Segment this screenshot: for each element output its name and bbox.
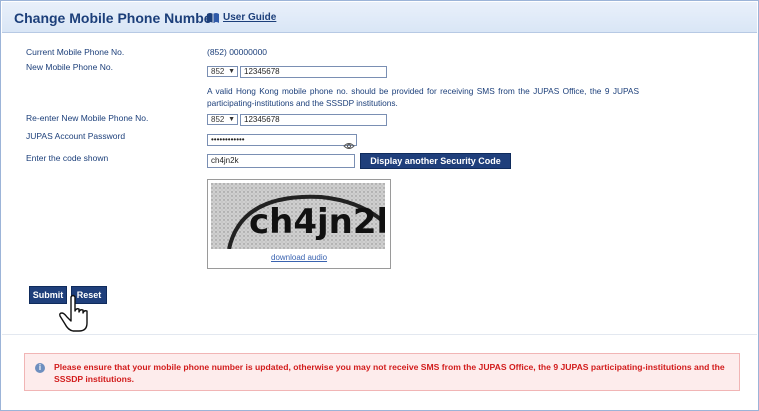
page-frame: Change Mobile Phone Number User Guide Cu… <box>0 0 759 411</box>
chevron-down-icon: ▼ <box>228 68 235 75</box>
new-country-code-value: 852 <box>211 67 225 76</box>
new-country-code-select[interactable]: 852 ▼ <box>207 66 238 77</box>
hand-cursor-icon <box>59 294 88 332</box>
captcha-box: ch4jn2k download audio <box>207 179 391 269</box>
info-icon: i <box>35 363 45 373</box>
new-phone-input[interactable]: 12345678 <box>240 66 387 78</box>
reenter-country-code-select[interactable]: 852 ▼ <box>207 114 238 125</box>
reenter-country-code-value: 852 <box>211 115 225 124</box>
page-header: Change Mobile Phone Number User Guide <box>2 2 757 33</box>
show-password-eye-icon[interactable] <box>343 137 355 155</box>
security-code-input[interactable]: ch4jn2k <box>207 154 355 168</box>
divider <box>2 334 757 335</box>
another-code-button[interactable]: Display another Security Code <box>360 153 511 169</box>
reenter-phone-value: 12345678 <box>244 115 280 124</box>
warning-banner: i Please ensure that your mobile phone n… <box>24 353 740 391</box>
new-phone-value: 12345678 <box>244 67 280 76</box>
book-icon[interactable] <box>206 11 220 29</box>
page-title: Change Mobile Phone Number <box>14 10 218 26</box>
captcha-text: ch4jn2k <box>249 202 385 242</box>
user-guide-link[interactable]: User Guide <box>223 12 276 23</box>
code-label: Enter the code shown <box>26 153 109 163</box>
password-label: JUPAS Account Password <box>26 131 126 141</box>
security-code-value: ch4jn2k <box>211 156 239 165</box>
password-input[interactable]: •••••••••••• <box>207 134 357 146</box>
new-phone-label: New Mobile Phone No. <box>26 62 113 72</box>
phone-requirement-note: A valid Hong Kong mobile phone no. shoul… <box>207 86 639 108</box>
current-phone-value: (852) 00000000 <box>207 47 268 57</box>
chevron-down-icon: ▼ <box>228 116 235 123</box>
captcha-image: ch4jn2k <box>211 183 385 249</box>
download-audio-link[interactable]: download audio <box>271 253 327 262</box>
form-panel: Current Mobile Phone No. (852) 00000000 … <box>2 33 757 333</box>
current-phone-label: Current Mobile Phone No. <box>26 47 125 57</box>
password-value: •••••••••••• <box>211 135 245 144</box>
reenter-phone-label: Re-enter New Mobile Phone No. <box>26 113 149 123</box>
warning-text: Please ensure that your mobile phone num… <box>54 362 725 384</box>
reenter-phone-input[interactable]: 12345678 <box>240 114 387 126</box>
